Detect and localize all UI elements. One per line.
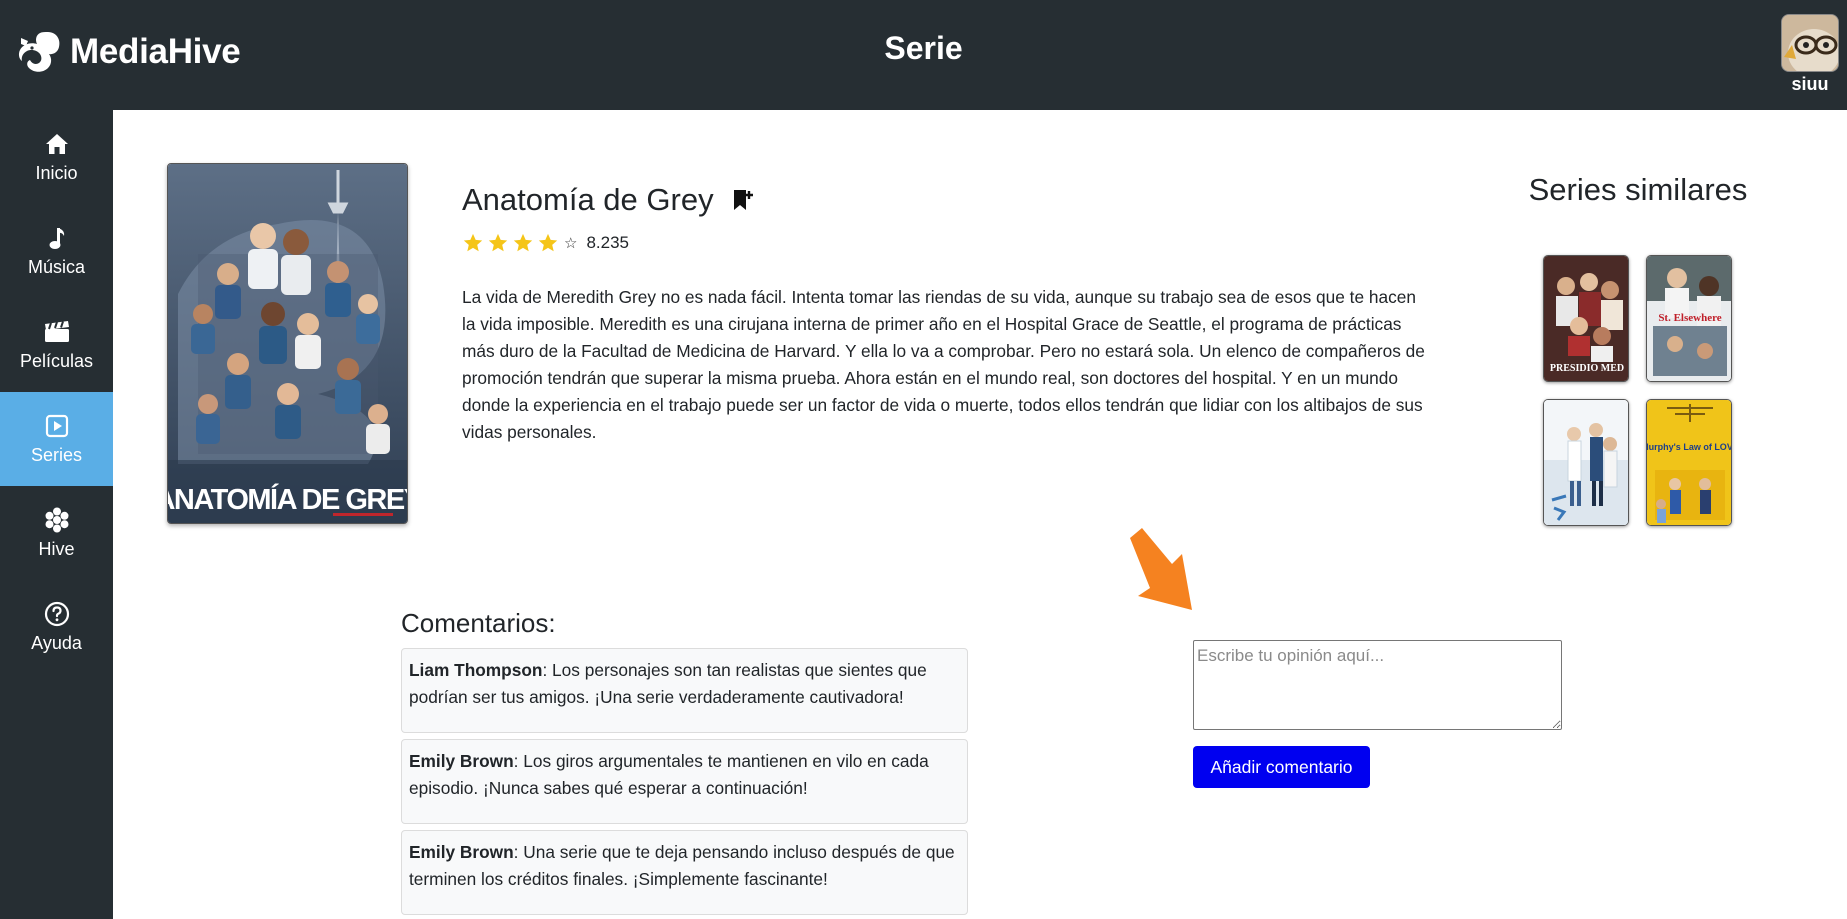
avatar[interactable]	[1781, 14, 1839, 72]
series-title: Anatomía de Grey	[462, 182, 714, 217]
svg-text:St. Elsewhere: St. Elsewhere	[1658, 312, 1721, 324]
sidebar-item-musica[interactable]: Música	[0, 204, 113, 298]
cat-avatar-icon	[1782, 15, 1838, 71]
svg-text:Murphy's Law of LOVE: Murphy's Law of LOVE	[1647, 442, 1732, 452]
help-circle-icon	[44, 601, 70, 627]
series-poster: ANATOMÍA DE GREY	[167, 163, 408, 524]
music-note-icon	[44, 225, 70, 251]
similar-series-thumbnail[interactable]	[1543, 399, 1629, 526]
sidebar-item-series[interactable]: Series	[0, 392, 113, 486]
svg-text:PRESIDIO MED: PRESIDIO MED	[1550, 363, 1624, 374]
cast-figures	[191, 223, 390, 454]
svg-text:ANATOMÍA DE GREY: ANATOMÍA DE GREY	[168, 482, 408, 516]
sidebar-item-label: Series	[30, 444, 83, 465]
page-title: Serie	[884, 30, 963, 66]
comment-item: Emily Brown: Los giros argumentales te m…	[401, 739, 968, 824]
comments-list: Liam Thompson: Los personajes son tan re…	[401, 648, 968, 919]
sidebar-item-label: Ayuda	[31, 632, 82, 653]
rating-value: 8.235	[586, 233, 629, 252]
home-icon	[44, 131, 70, 157]
star-filled-icon	[463, 233, 483, 252]
similar-series-grid: PRESIDIO MED St. Elsewhere urphy's Law o…	[1543, 255, 1735, 526]
arrow-down-right-icon	[1130, 528, 1192, 610]
sidebar-item-label: Hive	[38, 538, 75, 559]
comment-author: Liam Thompson	[409, 660, 543, 680]
sidebar-item-label: Películas	[19, 350, 94, 371]
similar-series-thumbnail[interactable]: PRESIDIO MED	[1543, 255, 1629, 382]
similar-series-thumbnail[interactable]: St. Elsewhere	[1646, 255, 1732, 382]
top-bar: MediaHive Serie siuu	[0, 0, 1847, 110]
user-menu[interactable]: siuu	[1781, 14, 1839, 95]
sidebar-item-label: Inicio	[35, 162, 78, 183]
hive-flower-icon	[44, 507, 70, 533]
similar-series-thumbnail[interactable]: Murphy's Law of LOVE	[1646, 399, 1732, 526]
sidebar-item-peliculas[interactable]: Películas	[0, 298, 113, 392]
sidebar-item-ayuda[interactable]: Ayuda	[0, 580, 113, 674]
squirrel-logo-icon	[18, 32, 60, 72]
star-filled-icon	[488, 233, 508, 252]
play-square-icon	[44, 413, 70, 439]
sidebar: Inicio Música Películas Series Hive Ayud…	[0, 110, 113, 919]
bookmark-add-icon[interactable]	[732, 188, 754, 212]
comments-heading: Comentarios:	[401, 608, 556, 638]
add-comment-button[interactable]: Añadir comentario	[1193, 746, 1370, 788]
comment-author: Emily Brown	[409, 751, 514, 771]
star-filled-icon	[513, 233, 533, 252]
brand[interactable]: MediaHive	[18, 28, 241, 76]
rating: ☆ 8.235	[462, 232, 629, 254]
sidebar-item-hive[interactable]: Hive	[0, 486, 113, 580]
comment-item: Emily Brown: Una serie que te deja pensa…	[401, 830, 968, 915]
comment-input[interactable]	[1193, 640, 1562, 730]
comment-item: Liam Thompson: Los personajes son tan re…	[401, 648, 968, 733]
similar-series-heading: Series similares	[1528, 172, 1748, 207]
film-icon	[44, 319, 70, 345]
series-title-row: Anatomía de Grey	[462, 182, 754, 218]
comment-author: Emily Brown	[409, 842, 514, 862]
brand-name: MediaHive	[70, 32, 241, 71]
series-synopsis: La vida de Meredith Grey no es nada fáci…	[462, 287, 1425, 442]
username: siuu	[1791, 74, 1829, 94]
sidebar-item-inicio[interactable]: Inicio	[0, 110, 113, 204]
star-filled-icon	[538, 233, 558, 252]
sidebar-item-label: Música	[27, 256, 85, 277]
star-empty-icon: ☆	[564, 235, 578, 252]
